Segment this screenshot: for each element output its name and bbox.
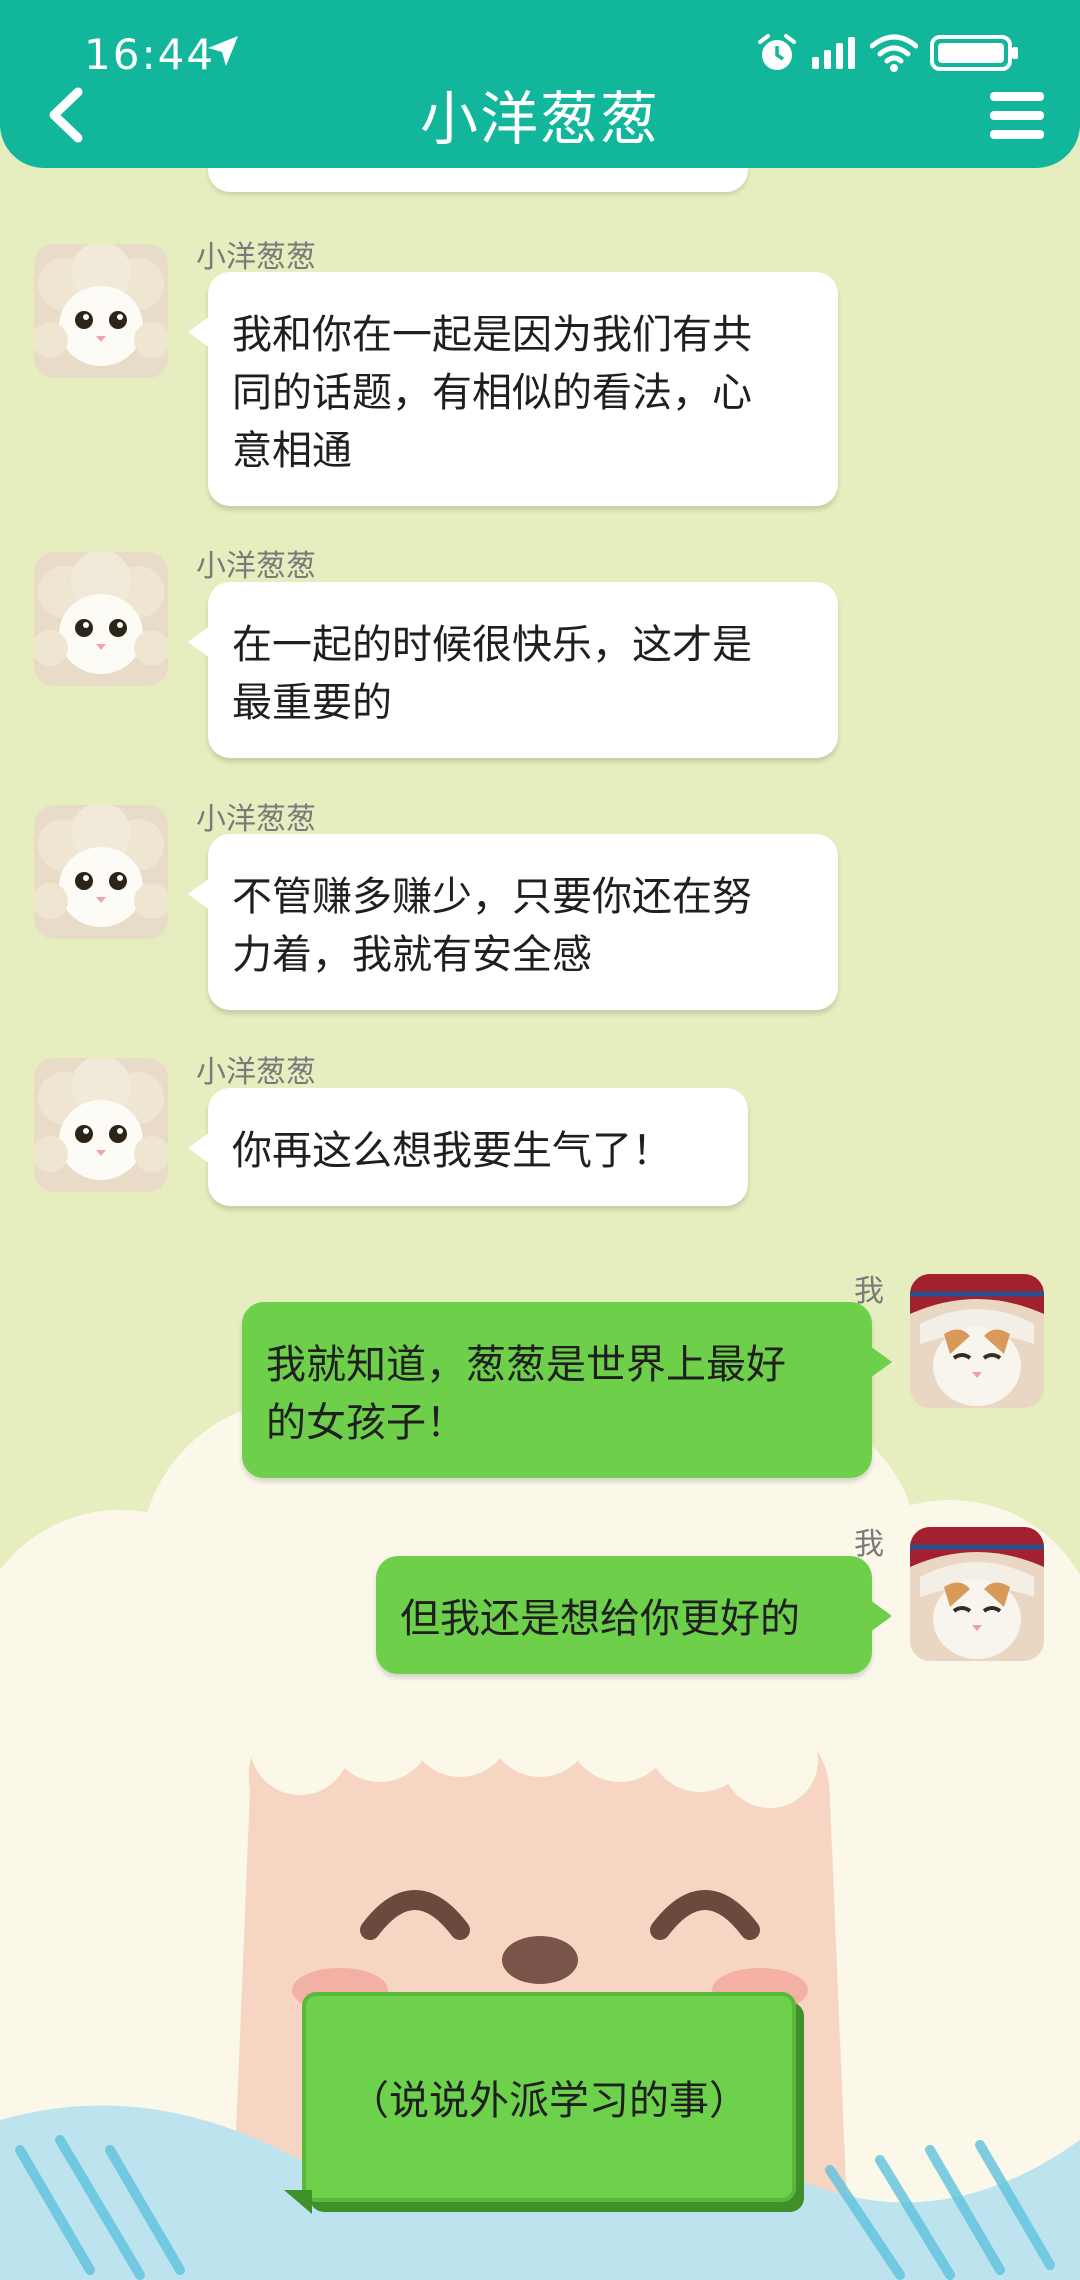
message-list[interactable]: 小洋葱葱 我和你在一起是因为我们有共 同的话题，有相似的看法，心 意相通 小洋葱… (0, 0, 1080, 2280)
status-icons (756, 32, 1020, 74)
contact-avatar[interactable] (34, 244, 168, 378)
message-bubble[interactable]: 你再这么想我要生气了！ (188, 1088, 748, 1206)
my-avatar[interactable] (910, 1274, 1044, 1408)
sender-name: 小洋葱葱 (196, 549, 316, 584)
message-line: 意相通 (232, 428, 352, 474)
signal-icon (812, 37, 855, 69)
sender-name: 小洋葱葱 (196, 1055, 316, 1090)
sender-name: 小洋葱葱 (196, 240, 316, 275)
message-bubble[interactable]: 在一起的时候很快乐，这才是 最重要的 (188, 582, 838, 758)
alarm-icon (758, 34, 796, 70)
cat-avatar-image (34, 552, 168, 686)
cat-avatar-image (910, 1274, 1044, 1408)
story-choice-button[interactable]: （说说外派学习的事） (284, 1992, 796, 2214)
location-arrow-icon (208, 36, 238, 66)
message-bubble[interactable]: 我就知道，葱葱是世界上最好 的女孩子！ (242, 1302, 892, 1478)
message-line: 你再这么想我要生气了！ (232, 1128, 672, 1174)
cat-avatar-image (34, 805, 168, 939)
message-bubble[interactable]: 但我还是想给你更好的 (376, 1556, 892, 1674)
message-line: 我和你在一起是因为我们有共 (232, 312, 752, 358)
cat-avatar-image (34, 1058, 168, 1192)
message-line: 力着，我就有安全感 (232, 932, 592, 978)
message-line: 的女孩子！ (266, 1400, 466, 1446)
message-line: 在一起的时候很快乐，这才是 (232, 622, 752, 668)
cat-avatar-image (34, 244, 168, 378)
message-line: 不管赚多赚少，只要你还在努 (232, 874, 752, 920)
hamburger-menu-icon (990, 92, 1044, 139)
cat-avatar-image (910, 1527, 1044, 1661)
contact-avatar[interactable] (34, 552, 168, 686)
message-line: 但我还是想给你更好的 (400, 1596, 800, 1642)
wifi-icon (870, 34, 918, 72)
menu-button[interactable] (986, 86, 1048, 144)
message-bubble[interactable]: 不管赚多赚少，只要你还在努 力着，我就有安全感 (188, 834, 838, 1010)
battery-icon (930, 35, 1018, 71)
sender-name: 我 (854, 1527, 884, 1562)
message-bubble[interactable]: 我和你在一起是因为我们有共 同的话题，有相似的看法，心 意相通 (188, 272, 838, 506)
chat-title: 小洋葱葱 (419, 85, 660, 153)
contact-avatar[interactable] (34, 805, 168, 939)
message-line: 最重要的 (232, 680, 392, 726)
app-header: 16:44 小洋葱葱 (0, 0, 1080, 168)
contact-avatar[interactable] (34, 1058, 168, 1192)
story-choice-label: （说说外派学习的事） (349, 2078, 749, 2124)
message-line: 我就知道，葱葱是世界上最好 (266, 1342, 786, 1388)
sender-name: 小洋葱葱 (196, 802, 316, 837)
message-line: 同的话题，有相似的看法，心 (232, 370, 752, 416)
my-avatar[interactable] (910, 1527, 1044, 1661)
